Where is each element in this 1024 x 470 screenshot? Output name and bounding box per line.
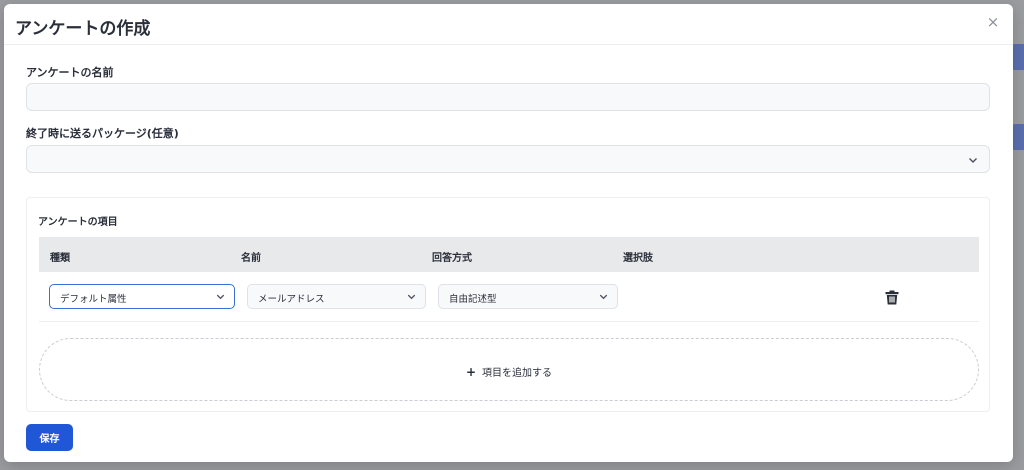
add-item-button[interactable]: + 項目を追加する xyxy=(39,338,979,401)
type-select-value: デフォルト属性 xyxy=(60,294,127,305)
row-divider xyxy=(39,321,979,322)
column-header-type: 種類 xyxy=(50,253,70,264)
add-item-label-wrap: + 項目を追加する xyxy=(40,364,978,379)
chevron-down-icon xyxy=(599,294,608,300)
name-select-value: メールアドレス xyxy=(258,294,325,305)
answer-format-select-value: 自由記述型 xyxy=(449,294,497,305)
column-header-choices: 選択肢 xyxy=(623,253,653,264)
modal-title: アンケートの作成 xyxy=(15,19,151,39)
name-select[interactable]: メールアドレス xyxy=(247,284,426,309)
type-select[interactable]: デフォルト属性 xyxy=(49,284,235,309)
package-label: 終了時に送るパッケージ(任意) xyxy=(26,127,179,140)
survey-name-label: アンケートの名前 xyxy=(26,66,114,79)
package-select[interactable] xyxy=(26,145,990,173)
survey-items-panel: アンケートの項目 種類 名前 回答方式 選択肢 デフォルト属性 メールアドレス … xyxy=(26,197,990,412)
modal-header: アンケートの作成 × xyxy=(4,4,1013,45)
column-header-name: 名前 xyxy=(241,253,261,264)
items-title: アンケートの項目 xyxy=(38,217,118,228)
survey-create-modal: アンケートの作成 × アンケートの名前 終了時に送るパッケージ(任意) アンケー… xyxy=(4,4,1013,462)
save-button[interactable]: 保存 xyxy=(26,424,73,451)
plus-icon: + xyxy=(465,365,477,379)
add-item-label: 項目を追加する xyxy=(482,368,553,379)
survey-name-input[interactable] xyxy=(26,83,990,111)
trash-icon[interactable] xyxy=(885,290,899,305)
close-icon[interactable]: × xyxy=(983,12,1003,32)
chevron-down-icon xyxy=(407,294,416,300)
chevron-down-icon xyxy=(969,158,977,163)
chevron-down-icon xyxy=(216,294,225,300)
answer-format-select[interactable]: 自由記述型 xyxy=(438,284,618,309)
column-header-answer-format: 回答方式 xyxy=(432,253,472,264)
items-table-header: 種類 名前 回答方式 選択肢 xyxy=(39,237,979,272)
